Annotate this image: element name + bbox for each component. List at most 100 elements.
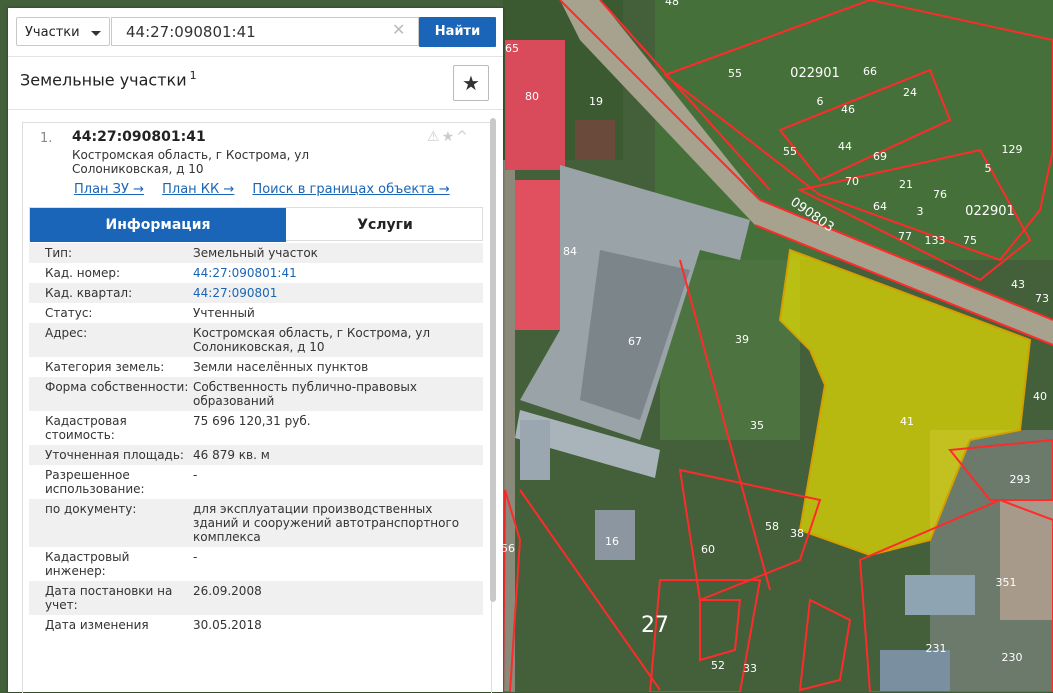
result-links: План ЗУ → План КК → Поиск в границах объ…	[74, 182, 464, 197]
attribute-key: по документу:	[45, 502, 137, 516]
attribute-row: по документу: для эксплуатации производст…	[29, 499, 483, 547]
star-outline-icon[interactable]: ★	[442, 129, 457, 145]
attribute-value: 30.05.2018	[193, 618, 262, 632]
result-cad-number[interactable]: 44:27:090801:41	[72, 129, 206, 145]
search-type-label: Участки	[25, 25, 80, 40]
attribute-value: 46 879 кв. м	[193, 448, 270, 462]
search-bar: Участки ✕ Найти	[8, 8, 503, 57]
plot-number-label: 293	[1010, 473, 1031, 486]
plot-number-label: 55	[728, 67, 742, 80]
attribute-row: Дата постановки на учет: 26.09.2008	[29, 581, 483, 615]
section-title: Земельные участки 1	[20, 69, 197, 89]
attribute-row: Тип: Земельный участок	[29, 243, 483, 263]
panel-scrollbar[interactable]	[490, 118, 496, 602]
plot-number-label: 77	[898, 230, 912, 243]
tab-services[interactable]: Услуги	[286, 208, 484, 242]
plot-number-label: 60	[701, 543, 715, 556]
attribute-key: Категория земель:	[45, 360, 165, 374]
tab-information[interactable]: Информация	[30, 208, 286, 242]
attribute-value: 75 696 120,31 руб.	[193, 414, 311, 428]
section-title-text: Земельные участки	[20, 70, 187, 90]
plot-number-label: 16	[605, 535, 619, 548]
plot-number-label: 6	[817, 95, 824, 108]
plot-number-label: 43	[1011, 278, 1025, 291]
attribute-table: Тип: Земельный участок Кад. номер: 44:27:09…	[29, 243, 483, 635]
link-search-in-bounds[interactable]: Поиск в границах объекта →	[252, 182, 449, 197]
attribute-row: Адрес: Костромская область, г Кострома, у…	[29, 323, 483, 357]
chevron-down-icon	[91, 31, 101, 36]
plot-number-label: 40	[1033, 390, 1047, 403]
attribute-key: Кадастровый инженер:	[45, 550, 130, 578]
attribute-key: Адрес:	[45, 326, 88, 340]
plot-number-label: 35	[750, 419, 764, 432]
search-type-select[interactable]: Участки	[16, 17, 110, 46]
plot-number-label: 33	[743, 662, 757, 675]
warning-icon[interactable]: ⚠	[427, 129, 442, 145]
plot-number-label: 44	[838, 140, 852, 153]
attribute-key: Кадастровая стоимость:	[45, 414, 127, 442]
plot-number-label: 3	[917, 205, 924, 218]
find-button[interactable]: Найти	[419, 17, 496, 47]
attribute-row: Статус: Учтенный	[29, 303, 483, 323]
star-icon: ★	[462, 71, 480, 95]
chevron-up-icon[interactable]: ^	[456, 129, 470, 145]
link-plan-zu[interactable]: План ЗУ →	[74, 182, 144, 197]
attribute-row: Категория земель: Земли населённых пункто…	[29, 357, 483, 377]
plot-number-label: 55	[783, 145, 797, 158]
attribute-value: для эксплуатации производственных зданий…	[193, 502, 460, 544]
plot-number-label: 231	[926, 642, 947, 655]
plot-number-label: 133	[925, 234, 946, 247]
attribute-row: Кад. квартал: 44:27:090801	[29, 283, 483, 303]
attribute-row: Разрешенное использование: -	[29, 465, 483, 499]
attribute-value[interactable]: 44:27:090801:41	[193, 266, 468, 280]
attribute-value: 26.09.2008	[193, 584, 262, 598]
building-80	[505, 40, 565, 170]
card-actions: ⚠★^	[427, 129, 470, 145]
attribute-row: Форма собственности: Собственность публич…	[29, 377, 483, 411]
favorite-button[interactable]: ★	[453, 65, 489, 101]
attribute-key: Кад. квартал:	[45, 286, 133, 300]
attribute-value: Учтенный	[193, 306, 255, 320]
parcel-label-41: 41	[900, 415, 914, 428]
attribute-value: Собственность публично-правовых образова…	[193, 380, 417, 408]
plot-number-label: 76	[933, 188, 947, 201]
plot-number-label: 5	[985, 162, 992, 175]
plot-number-label: 52	[711, 659, 725, 672]
attribute-key: Форма собственности:	[45, 380, 189, 394]
plot-number-label: 75	[963, 234, 977, 247]
plot-number-label: 129	[1002, 143, 1023, 156]
attribute-key: Дата постановки на учет:	[45, 584, 173, 612]
quarter-label-022901-a: 022901	[790, 66, 840, 81]
attribute-value: Костромская область, г Кострома, ул Соло…	[193, 326, 431, 354]
attribute-row: Кадастровая стоимость: 75 696 120,31 руб.	[29, 411, 483, 445]
plot-number-label: 73	[1035, 292, 1049, 305]
attribute-row: Кадастровый инженер: -	[29, 547, 483, 581]
plot-number-label: 56	[501, 542, 515, 555]
attribute-key: Кад. номер:	[45, 266, 121, 280]
attribute-key: Статус:	[45, 306, 93, 320]
plot-number-label: 66	[863, 65, 877, 78]
result-address: Костромская область, г Кострома, ул Соло…	[72, 148, 310, 176]
attribute-key: Тип:	[45, 246, 73, 260]
plot-number-label: 64	[873, 200, 887, 213]
plot-number-label: 48	[665, 0, 679, 8]
attribute-row: Уточненная площадь: 46 879 кв. м	[29, 445, 483, 465]
plot-number-label: 65	[505, 42, 519, 55]
plot-number-label: 84	[563, 245, 577, 258]
link-plan-kk[interactable]: План КК →	[162, 182, 234, 197]
attribute-value[interactable]: 44:27:090801	[193, 286, 468, 300]
plot-number-label: 19	[589, 95, 603, 108]
plot-number-label: 80	[525, 90, 539, 103]
clear-icon[interactable]: ✕	[392, 20, 405, 39]
plot-number-label: 70	[845, 175, 859, 188]
plot-number-label: 58	[765, 520, 779, 533]
attribute-row: Кад. номер: 44:27:090801:41	[29, 263, 483, 283]
plot-number-label: 67	[628, 335, 642, 348]
plot-number-label: 69	[873, 150, 887, 163]
quarter-label-022901-b: 022901	[965, 204, 1015, 219]
search-input[interactable]	[111, 17, 419, 46]
attribute-key: Разрешенное использование:	[45, 468, 145, 496]
attribute-value: Земли населённых пунктов	[193, 360, 369, 374]
card-tabs: Информация Услуги	[29, 207, 484, 242]
attribute-key: Дата изменения	[45, 618, 149, 632]
